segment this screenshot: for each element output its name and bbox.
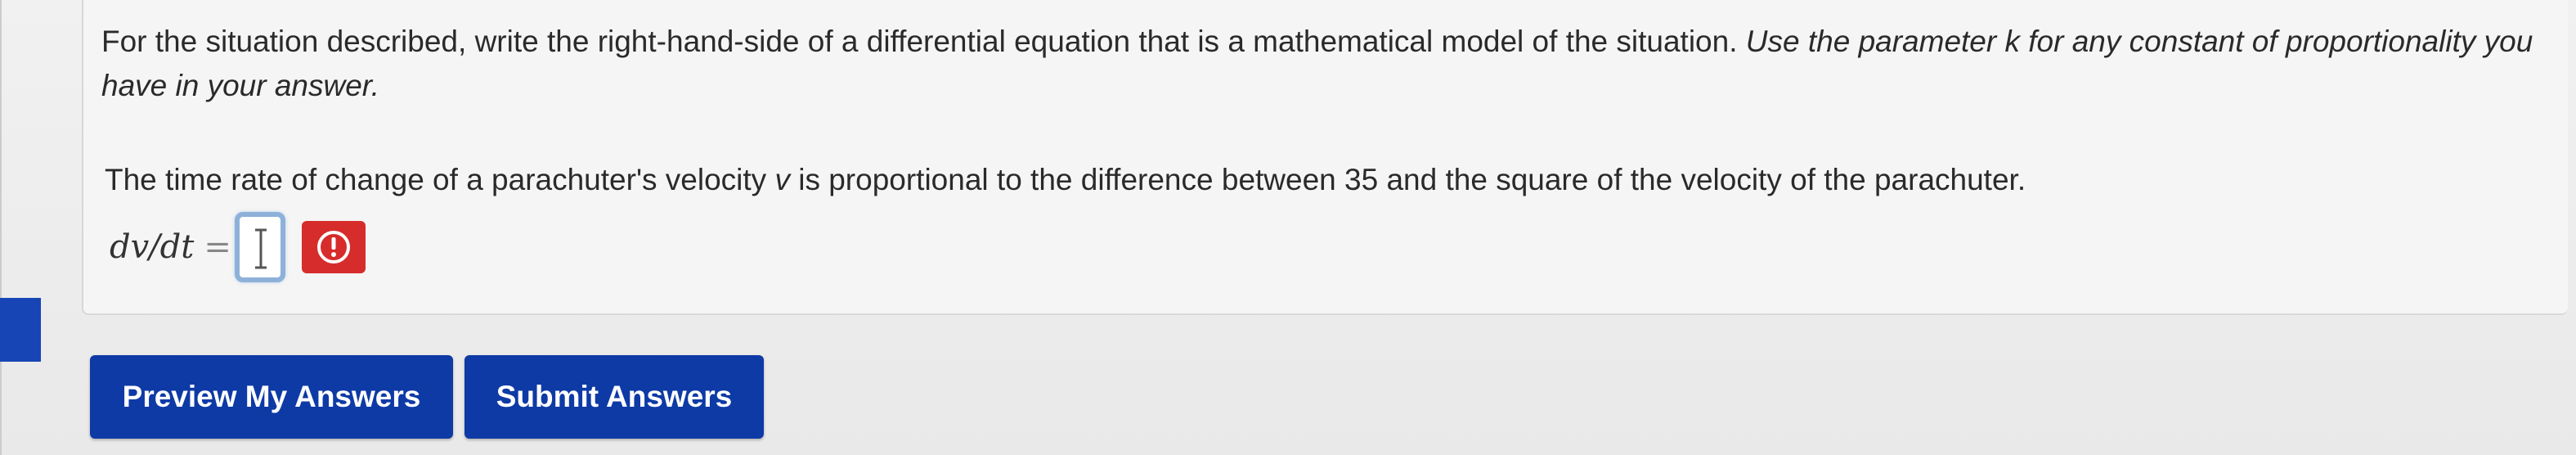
problem-instructions: For the situation described, write the r… xyxy=(101,20,2547,108)
question-text-start: The time rate of change of a parachuter'… xyxy=(105,163,775,196)
equation-lhs: dv/dt xyxy=(110,228,195,266)
side-tab[interactable] xyxy=(0,298,41,362)
left-border xyxy=(0,0,2,455)
instructions-text: For the situation described, write the r… xyxy=(101,25,1746,58)
answer-error-button[interactable] xyxy=(301,221,366,273)
exclamation-circle-icon xyxy=(316,231,350,264)
text-cursor-icon xyxy=(254,228,267,269)
question-text: The time rate of change of a parachuter'… xyxy=(105,162,2026,198)
question-text-end: is proportional to the difference betwee… xyxy=(789,163,2026,196)
answer-input[interactable] xyxy=(234,212,285,282)
preview-answers-button[interactable]: Preview My Answers xyxy=(90,355,453,439)
equation-row: dv/dt = xyxy=(110,212,366,282)
submit-answers-button[interactable]: Submit Answers xyxy=(464,355,764,439)
question-variable: v xyxy=(774,163,790,196)
equation-equals: = xyxy=(204,228,231,266)
